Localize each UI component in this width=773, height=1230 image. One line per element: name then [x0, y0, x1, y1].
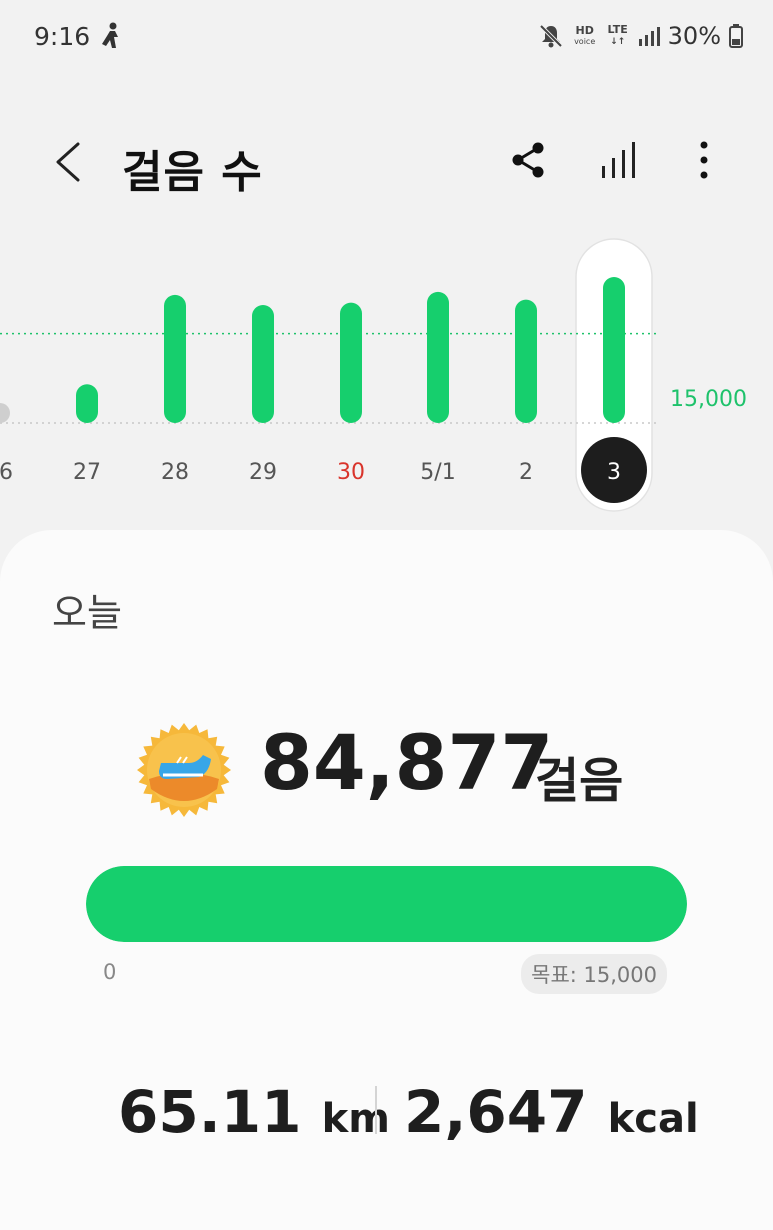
chart-svg: 6 27 28 29 30 5/1 2 3 [0, 238, 660, 512]
chart-bars-icon[interactable] [598, 140, 642, 180]
x-tick-label: 5/1 [420, 460, 455, 485]
steps-progress-bar [86, 866, 687, 942]
page-title: 걸음 수 [122, 147, 263, 198]
calories-unit: kcal [607, 1096, 699, 1142]
distance-stat: 65.11 km [118, 1078, 390, 1146]
today-heading: 오늘 [52, 591, 122, 635]
more-vertical-icon[interactable] [690, 138, 718, 182]
goal-badge: 목표: 15,000 [521, 954, 667, 994]
x-tick-label: 6 [0, 460, 13, 485]
steps-progress-fill [86, 866, 687, 942]
chart-bar [164, 294, 186, 423]
steps-count: 84,877 [260, 718, 554, 807]
status-bar: 9:16 HD voice LTE ↓↑ 30% [0, 0, 773, 72]
goal-line-label: 15,000 [670, 387, 747, 412]
today-card: 오늘 84,877 걸음 0 목표: 15,000 65.11 km 2,647… [0, 530, 773, 1230]
calories-value: 2,647 [404, 1078, 588, 1146]
chart-bar [76, 384, 98, 423]
chart-bar [252, 305, 274, 423]
x-tick-label: 3 [607, 460, 621, 485]
lte-indicator: LTE ↓↑ [607, 23, 628, 47]
stat-divider [375, 1086, 377, 1134]
back-icon[interactable] [50, 140, 86, 184]
battery-icon [729, 24, 743, 48]
x-tick-label: 27 [73, 460, 101, 485]
previous-bar-stub [0, 403, 10, 423]
progress-start-label: 0 [103, 960, 117, 984]
x-tick-label: 29 [249, 460, 277, 485]
chart-bar [515, 299, 537, 423]
x-tick-label: 30 [337, 460, 365, 485]
x-tick-label: 28 [161, 460, 189, 485]
share-icon[interactable] [508, 140, 548, 180]
steps-unit: 걸음 [535, 753, 624, 809]
signal-icon [638, 27, 660, 46]
status-icons: HD voice LTE ↓↑ 30% [538, 20, 743, 52]
calories-stat: 2,647 kcal [404, 1078, 699, 1146]
daily-steps-chart: 6 27 28 29 30 5/1 2 3 15,000 [0, 235, 773, 525]
chart-bar [603, 277, 625, 423]
chart-bar [340, 302, 362, 423]
app-bar: 걸음 수 [0, 110, 773, 210]
battery-percent: 30% [667, 22, 721, 50]
distance-unit: km [321, 1096, 390, 1142]
mute-icon [539, 24, 563, 48]
hd-voice-indicator: HD voice [574, 23, 596, 46]
chart-bar [427, 291, 449, 423]
distance-value: 65.11 [118, 1078, 302, 1146]
walking-icon [102, 22, 118, 48]
status-time: 9:16 [34, 22, 91, 51]
x-tick-label: 2 [519, 460, 533, 485]
goal-achieved-badge-icon [137, 723, 231, 817]
